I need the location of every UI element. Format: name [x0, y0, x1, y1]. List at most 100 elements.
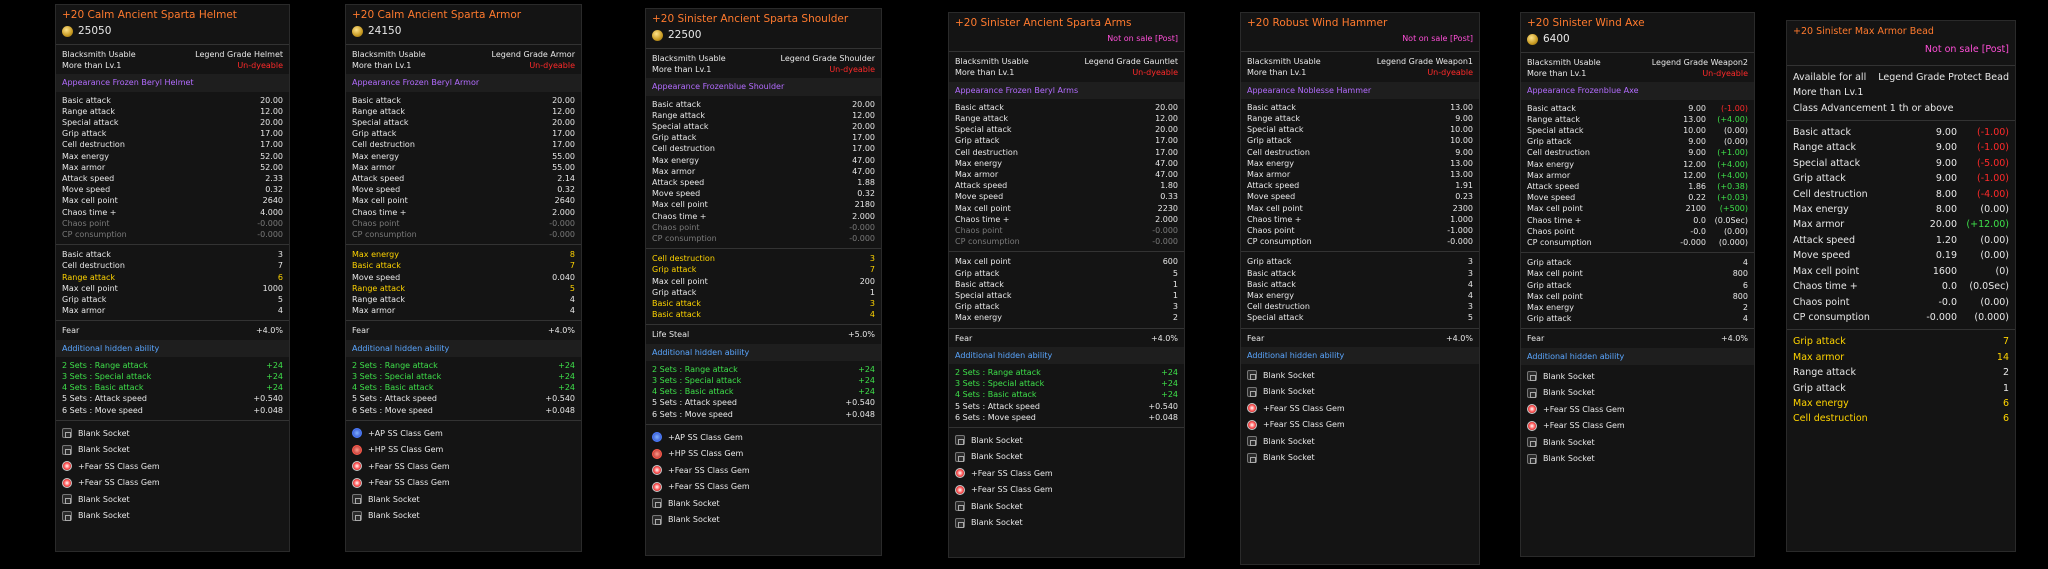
hidden-ability-label: Additional hidden ability: [646, 343, 881, 361]
stat-name: Max energy: [1247, 158, 1294, 168]
appearance-label: Appearance Frozenblue Axe: [1521, 82, 1754, 100]
bonus-row: Cell destruction 3: [646, 253, 881, 264]
set-name: 6 Sets : Move speed: [652, 409, 733, 419]
blank-socket-icon: [1247, 452, 1257, 463]
bonus-name: Grip attack: [955, 268, 1000, 278]
stat-diff: (+4.00): [1717, 114, 1748, 124]
stat-diff: (0.00): [1980, 234, 2009, 246]
hidden-ability-label: Additional hidden ability: [1241, 346, 1479, 365]
blank-socket-icon: [62, 428, 72, 439]
set-name: 5 Sets : Attack speed: [62, 394, 147, 404]
stat-value: 47.00: [1155, 170, 1178, 180]
socket-row: Blank Socket: [1241, 433, 1479, 450]
socket-row: Blank Socket: [1241, 367, 1479, 384]
usable-row: Blacksmith Usable Legend Grade Weapon2: [1521, 57, 1754, 68]
stat-name: Attack speed: [1527, 182, 1580, 192]
stat-value: 20.00: [852, 122, 875, 132]
stat-row: Move speed 0.22 (+0.03): [1521, 192, 1754, 203]
price-row: 24150: [346, 22, 581, 40]
stat-value: 13.00: [1450, 158, 1473, 168]
bonus-name: Range attack: [352, 283, 406, 293]
socket-label: Blank Socket: [1263, 436, 1315, 446]
stat-row: Cell destruction 17.00: [56, 139, 289, 150]
stat-name: Special attack: [955, 125, 1012, 135]
set-bonus-row: 6 Sets : Move speed +0.048: [346, 405, 581, 416]
socket-label: Blank Socket: [368, 511, 420, 521]
bonus-value: 0.040: [552, 272, 575, 282]
bonus-name: Basic attack: [652, 299, 701, 309]
bonus-row: Max armor 4: [346, 305, 581, 316]
hidden-ability-label: Additional hidden ability: [56, 339, 289, 357]
stat-value: -0.000: [1447, 237, 1473, 247]
grade-text: Legend Grade Gauntlet: [1084, 57, 1178, 67]
set-name: 3 Sets : Special attack: [955, 379, 1045, 389]
socket-label: +Fear SS Class Gem: [368, 478, 450, 488]
stat-name: Cell destruction: [1527, 148, 1590, 158]
socket-row: +Fear SS Class Gem: [1521, 401, 1754, 418]
stat-value: 2.33: [265, 174, 283, 184]
bonus-row: Special attack 5: [1241, 312, 1479, 323]
set-value: +24: [266, 372, 283, 382]
set-bonus-row: 2 Sets : Range attack +24: [346, 360, 581, 371]
level-row: More than Lv.1 Un-dyeable: [346, 60, 581, 71]
socket-row: Blank Socket: [949, 515, 1184, 532]
stat-row: Basic attack 13.00: [1241, 102, 1479, 113]
bonus-value: 4: [1742, 258, 1748, 268]
socket-row: Blank Socket: [56, 425, 289, 442]
stat-name: Range attack: [652, 110, 706, 120]
bonus-row: Grip attack 5: [949, 268, 1184, 279]
stat-name: Max energy: [62, 151, 109, 161]
bonus-name: Max armor: [62, 306, 106, 316]
stat-row: CP consumption -0.000: [56, 229, 289, 240]
set-bonus-row: 6 Sets : Move speed +0.048: [949, 412, 1184, 423]
bonus-row: Grip attack 7: [646, 264, 881, 275]
set-value: +24: [266, 360, 283, 370]
divider: [1241, 327, 1479, 329]
price-value: 6400: [1543, 33, 1570, 45]
gold-coin-icon: [62, 25, 73, 37]
bonus-value: 800: [1732, 291, 1748, 301]
bonus-value: 7: [277, 261, 283, 271]
stat-diff: (+500): [1719, 204, 1748, 214]
divider: [949, 251, 1184, 253]
stat-value: 20.00: [552, 118, 575, 128]
stat-name: Max armor: [1793, 219, 1845, 231]
stat-value: 13.00: [1683, 114, 1706, 124]
bonus-value: 3: [1467, 257, 1473, 267]
lock-icon: [1250, 456, 1256, 463]
blank-socket-icon: [62, 510, 72, 521]
divider: [56, 320, 289, 322]
hidden-ability-label: Additional hidden ability: [1521, 347, 1754, 365]
level-row: More than Lv.1 Un-dyeable: [1521, 68, 1754, 79]
socket-row: +Fear SS Class Gem: [1521, 417, 1754, 434]
stat-value: 20.00: [552, 95, 575, 105]
stat-name: Max armor: [352, 162, 396, 172]
stat-name: Basic attack: [1793, 127, 1851, 139]
grade-text: Legend Grade Shoulder: [780, 54, 876, 63]
stat-value: 12.00: [1683, 170, 1706, 180]
bonus-value: 4: [869, 310, 875, 320]
blank-socket-icon: [1527, 437, 1537, 448]
bonus-value: 2: [1172, 313, 1178, 323]
stat-value: 0.22: [1688, 193, 1706, 203]
lock-icon: [355, 514, 361, 521]
stat-value: 0.32: [557, 185, 575, 195]
stat-row: Cell destruction 9.00: [1241, 147, 1479, 158]
stat-name: Attack speed: [1793, 234, 1856, 246]
bonus-name: Grip attack: [1527, 280, 1572, 290]
set-name: 4 Sets : Basic attack: [352, 383, 434, 393]
stat-name: Grip attack: [352, 129, 397, 139]
stat-row: CP consumption -0.000 (0.000): [1787, 310, 2015, 325]
stat-row: Max cell point 1600 (0): [1787, 264, 2015, 279]
stat-row: Grip attack 17.00: [56, 128, 289, 139]
divider: [56, 244, 289, 246]
lock-icon: [958, 455, 964, 462]
fear-gem-icon: [955, 484, 965, 495]
stat-name: CP consumption: [1793, 311, 1870, 323]
stat-value: 9.00: [1935, 173, 1957, 185]
bonus-value: 800: [1732, 269, 1748, 279]
stat-value: 12.00: [260, 106, 283, 116]
stat-row: Max armor 47.00: [949, 169, 1184, 180]
stat-name: Chaos time +: [1527, 215, 1582, 225]
item-title: +20 Sinister Wind Axe: [1527, 17, 1645, 29]
